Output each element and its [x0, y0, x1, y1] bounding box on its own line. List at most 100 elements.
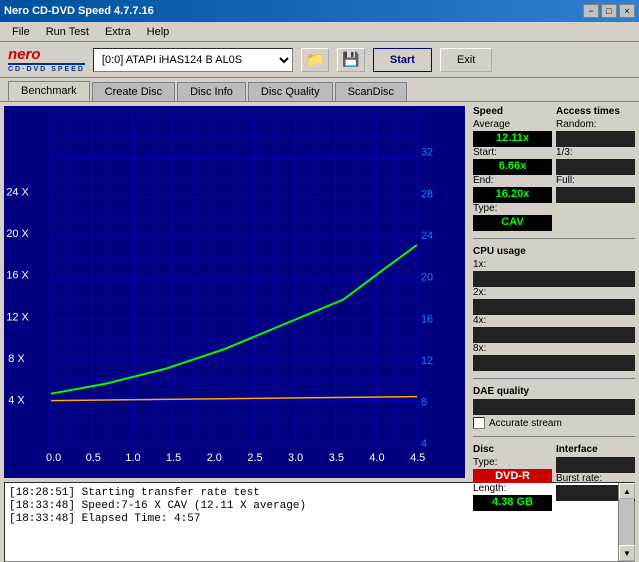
full-label: Full:	[556, 175, 635, 186]
cpu-title: CPU usage	[473, 246, 635, 257]
average-label: Average	[473, 119, 552, 130]
speed-access-row: Speed Average 12.11x Start: 6.66x End: 1…	[473, 106, 635, 231]
dae-section: DAE quality Accurate stream	[473, 386, 635, 429]
toolbar: nero CD·DVD SPEED [0:0] ATAPI iHAS124 B …	[0, 42, 639, 78]
accurate-label: Accurate stream	[489, 418, 562, 429]
svg-text:0.5: 0.5	[86, 452, 101, 464]
interface-value	[556, 457, 635, 473]
log-entry-1: [18:33:48] Speed:7-16 X CAV (12.11 X ave…	[9, 500, 614, 512]
divider-3	[473, 436, 635, 437]
status-log: [18:28:51] Starting transfer rate test […	[5, 483, 618, 561]
tab-disc-quality[interactable]: Disc Quality	[248, 82, 333, 101]
full-value	[556, 187, 635, 203]
maximize-button[interactable]: □	[601, 4, 617, 18]
interface-title: Interface	[556, 444, 635, 455]
one-third-label: 1/3:	[556, 147, 635, 158]
one-third-value	[556, 159, 635, 175]
menu-run-test[interactable]: Run Test	[38, 24, 97, 40]
chart-area: 4 X 8 X 12 X 16 X 20 X 24 X 4 8 12 16 20…	[4, 106, 465, 478]
svg-text:12 X: 12 X	[6, 311, 29, 323]
random-label: Random:	[556, 119, 635, 130]
log-entry-2: [18:33:48] Elapsed Time: 4:57	[9, 513, 614, 525]
close-button[interactable]: ×	[619, 4, 635, 18]
scroll-down-button[interactable]: ▼	[619, 545, 635, 561]
cpu4x-label: 4x:	[473, 315, 635, 326]
svg-text:12: 12	[421, 355, 433, 367]
scroll-track	[619, 499, 634, 545]
window-controls: − □ ×	[583, 4, 635, 18]
menu-bar: File Run Test Extra Help	[0, 22, 639, 42]
end-value: 16.20x	[473, 187, 552, 203]
svg-text:2.0: 2.0	[207, 452, 222, 464]
disc-type-label: Type:	[473, 457, 552, 468]
dae-title: DAE quality	[473, 386, 635, 397]
menu-extra[interactable]: Extra	[97, 24, 139, 40]
cpu-section: CPU usage 1x: 2x: 4x: 8x:	[473, 246, 635, 371]
cpu8x-value	[473, 355, 635, 371]
tab-scan-disc[interactable]: ScanDisc	[335, 82, 407, 101]
svg-text:1.5: 1.5	[166, 452, 181, 464]
svg-text:0.0: 0.0	[46, 452, 61, 464]
svg-text:4: 4	[421, 438, 427, 450]
app-title: Nero CD-DVD Speed 4.7.7.16	[4, 5, 154, 17]
right-panel: Speed Average 12.11x Start: 6.66x End: 1…	[469, 102, 639, 482]
cpu-col: CPU usage 1x: 2x: 4x: 8x:	[473, 246, 635, 371]
svg-text:2.5: 2.5	[247, 452, 262, 464]
start-button[interactable]: Start	[373, 48, 432, 72]
svg-text:20: 20	[421, 272, 433, 284]
log-scrollbar: ▲ ▼	[618, 483, 634, 561]
svg-text:8 X: 8 X	[8, 353, 25, 365]
disc-type-value: DVD-R	[473, 469, 552, 483]
log-time-2: [18:33:48]	[9, 513, 75, 525]
main-content: 4 X 8 X 12 X 16 X 20 X 24 X 4 8 12 16 20…	[0, 102, 639, 482]
status-bar: [18:28:51] Starting transfer rate test […	[4, 482, 635, 562]
type-value: CAV	[473, 215, 552, 231]
svg-text:3.5: 3.5	[329, 452, 344, 464]
accurate-row: Accurate stream	[473, 417, 635, 429]
minimize-button[interactable]: −	[583, 4, 599, 18]
speed-title: Speed	[473, 106, 552, 117]
svg-text:4.0: 4.0	[369, 452, 384, 464]
svg-text:1.0: 1.0	[125, 452, 140, 464]
svg-text:16: 16	[421, 313, 433, 325]
cpu2x-value	[473, 299, 635, 315]
exit-button[interactable]: Exit	[440, 48, 492, 72]
folder-icon[interactable]: 📁	[301, 48, 329, 72]
menu-file[interactable]: File	[4, 24, 38, 40]
svg-text:28: 28	[421, 188, 433, 200]
svg-text:32: 32	[421, 147, 433, 159]
start-label: Start:	[473, 147, 552, 158]
svg-text:24 X: 24 X	[6, 186, 29, 198]
log-time-1: [18:33:48]	[9, 500, 75, 512]
drive-selector[interactable]: [0:0] ATAPI iHAS124 B AL0S	[93, 48, 293, 72]
log-time-0: [18:28:51]	[9, 487, 75, 499]
tab-benchmark[interactable]: Benchmark	[8, 81, 90, 101]
start-value: 6.66x	[473, 159, 552, 175]
cpu8x-label: 8x:	[473, 343, 635, 354]
speed-section: Speed Average 12.11x Start: 6.66x End: 1…	[473, 106, 552, 231]
log-text-1: Speed:7-16 X CAV (12.11 X average)	[82, 500, 306, 512]
log-text-2: Elapsed Time: 4:57	[82, 513, 201, 525]
access-title: Access times	[556, 106, 635, 117]
log-entry-0: [18:28:51] Starting transfer rate test	[9, 487, 614, 499]
menu-help[interactable]: Help	[139, 24, 178, 40]
scroll-up-button[interactable]: ▲	[619, 483, 635, 499]
svg-text:4 X: 4 X	[8, 395, 25, 407]
average-value: 12.11x	[473, 131, 552, 147]
save-icon[interactable]: 💾	[337, 48, 365, 72]
svg-text:16 X: 16 X	[6, 270, 29, 282]
log-text-0: Starting transfer rate test	[82, 487, 260, 499]
svg-text:20 X: 20 X	[6, 228, 29, 240]
accurate-checkbox[interactable]	[473, 417, 485, 429]
cpu4x-value	[473, 327, 635, 343]
tab-bar: Benchmark Create Disc Disc Info Disc Qua…	[0, 78, 639, 102]
svg-text:3.0: 3.0	[288, 452, 303, 464]
tab-create-disc[interactable]: Create Disc	[92, 82, 175, 101]
title-bar: Nero CD-DVD Speed 4.7.7.16 − □ ×	[0, 0, 639, 22]
type-label: Type:	[473, 203, 552, 214]
svg-text:4.5: 4.5	[410, 452, 425, 464]
nero-logo: nero CD·DVD SPEED	[8, 46, 85, 73]
chart-svg: 4 X 8 X 12 X 16 X 20 X 24 X 4 8 12 16 20…	[4, 106, 465, 478]
tab-disc-info[interactable]: Disc Info	[177, 82, 246, 101]
cpu2x-label: 2x:	[473, 287, 635, 298]
